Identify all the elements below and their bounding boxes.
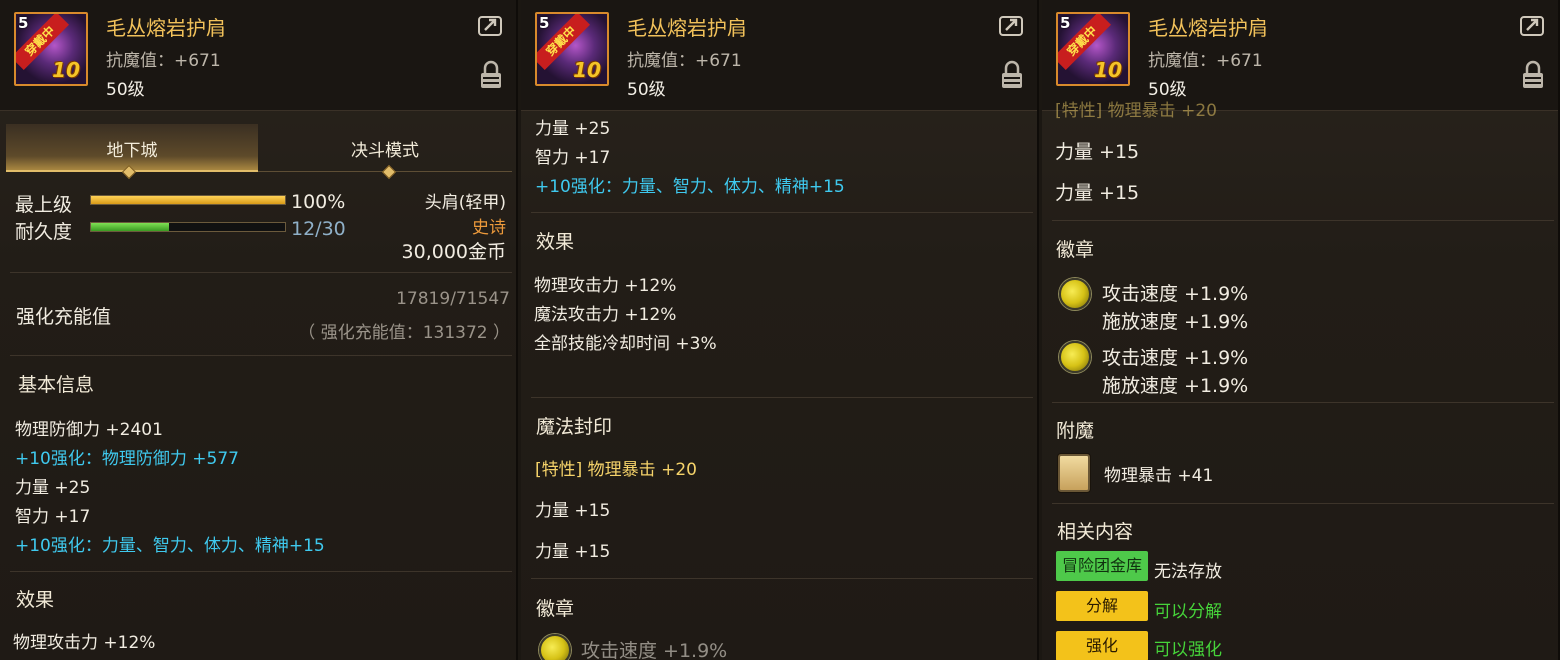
emblem-line: 攻击速度 +1.9%	[1102, 283, 1249, 305]
item-header: 5 穿戴中 10 毛丛熔岩护肩 抗魔值：+671 50级	[521, 0, 1037, 111]
tag-disassemble: 分解	[1056, 591, 1148, 621]
item-icon[interactable]: 5 穿戴中 10	[1056, 12, 1130, 86]
enchant-card-icon[interactable]	[1058, 454, 1090, 492]
emblem-icon[interactable]	[1059, 278, 1091, 310]
tab-pvp[interactable]: 决斗模式	[258, 124, 512, 172]
charge-total: （ 强化充能值：131372 ）	[298, 323, 510, 343]
magic-seal-trait-partial: [特性] 物理暴击 +20	[1055, 101, 1217, 121]
icon-level: 5	[18, 14, 29, 32]
related-heading: 相关内容	[1057, 521, 1134, 543]
effect-line: 全部技能冷却时间 +3%	[534, 334, 717, 354]
effect-line: 物理攻击力 +12%	[534, 276, 677, 296]
durability-label: 耐久度	[15, 221, 73, 243]
lock-icon[interactable]	[1001, 60, 1023, 90]
divider	[1052, 402, 1554, 403]
item-header: 5 穿戴中 10 毛丛熔岩护肩 抗魔值：+671 50级	[0, 0, 516, 111]
related-text: 可以分解	[1154, 602, 1222, 622]
charge-value: 17819/71547	[396, 289, 510, 309]
item-stat: 抗魔值：+671	[627, 51, 742, 71]
item-slot: 头肩(轻甲)	[424, 193, 506, 213]
item-tooltip-panel-3: 5 穿戴中 10 毛丛熔岩护肩 抗魔值：+671 50级 [特性] 物理暴击 +…	[1042, 0, 1560, 660]
emblem-line: 施放速度 +1.9%	[1102, 311, 1249, 333]
effect-line-partial: 物理攻击力 +12%	[13, 633, 156, 653]
effect-heading: 效果	[536, 231, 575, 253]
basic-info-line: +10强化：物理防御力 +577	[15, 449, 239, 469]
effect-heading: 效果	[16, 589, 55, 611]
divider	[531, 212, 1033, 213]
item-name: 毛丛熔岩护肩	[627, 16, 747, 40]
emblem-heading: 徽章	[536, 598, 575, 620]
grade-value: 100%	[291, 191, 346, 213]
magic-seal-line: 力量 +15	[1055, 141, 1140, 163]
magic-seal-heading: 魔法封印	[536, 416, 613, 438]
durability-value: 12/30	[291, 218, 346, 240]
share-icon[interactable]	[478, 14, 504, 36]
magic-seal-trait: [特性] 物理暴击 +20	[535, 460, 697, 480]
item-icon[interactable]: 5 穿戴中 10	[14, 12, 88, 86]
basic-info-line: 智力 +17	[15, 507, 91, 527]
item-rarity: 史诗	[472, 218, 506, 238]
enchant-heading: 附魔	[1056, 420, 1095, 442]
plus-level: 10	[573, 58, 601, 82]
item-stat: 抗魔值：+671	[1148, 51, 1263, 71]
basic-info-line: +10强化：力量、智力、体力、精神+15	[535, 177, 845, 197]
plus-level: 10	[52, 58, 80, 82]
grade-bar-fill	[91, 196, 285, 204]
divider	[1052, 503, 1554, 504]
item-level: 50级	[627, 80, 666, 100]
basic-info-line: 智力 +17	[535, 148, 611, 168]
item-level: 50级	[106, 80, 145, 100]
grade-bar	[90, 195, 286, 205]
item-name: 毛丛熔岩护肩	[1148, 16, 1268, 40]
basic-info-line: 力量 +25	[15, 478, 91, 498]
divider	[10, 571, 512, 572]
related-text: 可以强化	[1154, 640, 1222, 660]
related-text: 无法存放	[1154, 562, 1222, 582]
share-icon[interactable]	[1520, 14, 1546, 36]
durability-bar	[90, 222, 286, 232]
magic-seal-line: 力量 +15	[535, 542, 611, 562]
tab-pvp-label: 决斗模式	[351, 141, 419, 161]
item-icon[interactable]: 5 穿戴中 10	[535, 12, 609, 86]
tag-adventure-vault: 冒险团金库	[1056, 551, 1148, 581]
plus-level: 10	[1094, 58, 1122, 82]
item-tooltip-panel-2: 5 穿戴中 10 毛丛熔岩护肩 抗魔值：+671 50级 力量 +25 智力 +…	[521, 0, 1039, 660]
magic-seal-line: 力量 +15	[535, 501, 611, 521]
enchant-value: 物理暴击 +41	[1104, 466, 1214, 486]
item-header: 5 穿戴中 10 毛丛熔岩护肩 抗魔值：+671 50级	[1042, 0, 1558, 111]
basic-info-line: 力量 +25	[535, 119, 611, 139]
divider	[531, 397, 1033, 398]
emblem-heading: 徽章	[1056, 239, 1095, 261]
divider	[1052, 220, 1554, 221]
grade-label: 最上级	[15, 194, 73, 216]
emblem-line: 施放速度 +1.9%	[1102, 375, 1249, 397]
charge-label: 强化充能值	[16, 306, 112, 328]
divider	[10, 272, 512, 273]
durability-bar-fill	[91, 223, 169, 231]
item-price: 30,000金币	[401, 241, 506, 263]
lock-icon[interactable]	[1522, 60, 1544, 90]
icon-level: 5	[1060, 14, 1071, 32]
item-stat: 抗魔值：+671	[106, 51, 221, 71]
tab-dungeon-label: 地下城	[106, 141, 158, 161]
item-tooltip-panel-1: 5 穿戴中 10 毛丛熔岩护肩 抗魔值：+671 50级 地下城 决斗模式 最上…	[0, 0, 518, 660]
tab-dungeon[interactable]: 地下城	[6, 124, 258, 172]
emblem-line-partial: 攻击速度 +1.9%	[581, 640, 728, 660]
item-name: 毛丛熔岩护肩	[106, 16, 226, 40]
basic-info-line: +10强化：力量、智力、体力、精神+15	[15, 536, 325, 556]
magic-seal-line: 力量 +15	[1055, 182, 1140, 204]
lock-icon[interactable]	[480, 60, 502, 90]
tag-reinforce: 强化	[1056, 631, 1148, 660]
emblem-line: 攻击速度 +1.9%	[1102, 347, 1249, 369]
divider	[531, 578, 1033, 579]
icon-level: 5	[539, 14, 550, 32]
emblem-icon[interactable]	[1059, 341, 1091, 373]
share-icon[interactable]	[999, 14, 1025, 36]
effect-line: 魔法攻击力 +12%	[534, 305, 677, 325]
basic-info-line: 物理防御力 +2401	[15, 420, 163, 440]
emblem-icon	[539, 634, 571, 660]
basic-info-heading: 基本信息	[18, 374, 95, 396]
divider	[10, 355, 512, 356]
